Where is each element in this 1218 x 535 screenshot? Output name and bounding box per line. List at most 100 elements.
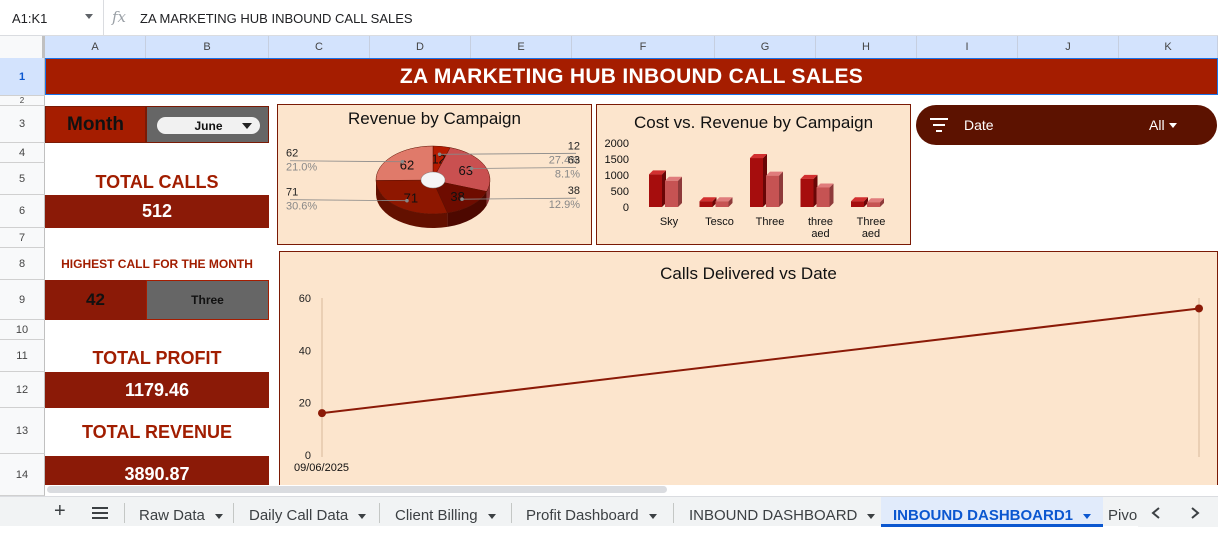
column-header-f[interactable]: F — [572, 36, 715, 58]
bar-category-label: Tesco — [705, 216, 734, 228]
filter-value: All — [1149, 117, 1165, 133]
total-profit-value[interactable]: 1179.46 — [45, 372, 269, 408]
calls-line-chart[interactable]: Calls Delivered vs Date 604020009/06/202… — [279, 251, 1218, 491]
row-header-2[interactable]: 2 — [0, 96, 45, 106]
column-header-j[interactable]: J — [1018, 36, 1119, 58]
row-header-9[interactable]: 9 — [0, 280, 45, 320]
highest-call-value[interactable]: 42 — [45, 280, 146, 320]
tab-separator — [124, 503, 125, 523]
column-header-e[interactable]: E — [471, 36, 572, 58]
total-revenue-label: TOTAL REVENUE — [45, 418, 269, 446]
tab-menu-icon[interactable] — [867, 514, 875, 519]
tab-inbound-dashboard1[interactable]: INBOUND DASHBOARD1 — [881, 497, 1103, 527]
row-header-13[interactable]: 13 — [0, 408, 45, 454]
bar — [649, 174, 662, 207]
all-sheets-icon[interactable] — [92, 507, 108, 519]
revenue-pie-chart[interactable]: Revenue by Campaign 12633871621227.4%638… — [277, 104, 592, 245]
bar — [766, 176, 779, 207]
column-header-d[interactable]: D — [370, 36, 471, 58]
chevron-left-icon[interactable] — [1151, 507, 1161, 519]
row-header-3[interactable]: 3 — [0, 106, 45, 143]
horizontal-scroll-track[interactable] — [45, 485, 1218, 494]
formula-input[interactable]: ZA MARKETING HUB INBOUND CALL SALES — [140, 11, 413, 26]
tab-pivot[interactable]: Pivo — [1108, 497, 1138, 527]
bar-y-tick-label: 0 — [623, 202, 629, 214]
line-y-tick-label: 40 — [299, 345, 311, 357]
pie-chart-canvas: 12633871621227.4%638.1%3812.9%7130.6%622… — [278, 105, 593, 246]
bar-y-tick-label: 2000 — [605, 138, 629, 150]
line-x-tick-label: 09/06/2025 — [294, 462, 349, 474]
bar-y-tick-label: 500 — [611, 186, 629, 198]
tab-menu-icon[interactable] — [215, 514, 223, 519]
chevron-right-icon[interactable] — [1190, 507, 1200, 519]
pie-callout-dot — [438, 153, 442, 157]
bar — [851, 201, 864, 207]
line-y-tick-label: 0 — [305, 450, 311, 462]
chevron-down-icon[interactable] — [85, 14, 93, 19]
add-sheet-icon[interactable]: + — [54, 500, 66, 523]
tab-profit-dashboard[interactable]: Profit Dashboard — [526, 497, 657, 527]
column-header-a[interactable]: A — [45, 36, 146, 58]
horizontal-scrollbar[interactable] — [47, 486, 667, 493]
tab-scroll-controls — [1138, 497, 1218, 527]
tab-menu-icon[interactable] — [358, 514, 366, 519]
bar — [867, 202, 880, 207]
name-box[interactable]: A1:K1 — [0, 0, 104, 36]
tab-client-billing[interactable]: Client Billing — [395, 497, 496, 527]
date-filter[interactable]: Date All — [916, 105, 1217, 145]
column-header-h[interactable]: H — [816, 36, 917, 58]
line-y-tick-label: 20 — [299, 398, 311, 410]
row-header-4[interactable]: 4 — [0, 143, 45, 163]
bar-category-label: Three — [756, 216, 785, 228]
cell-reference: A1:K1 — [12, 11, 47, 26]
tab-separator — [511, 503, 512, 523]
cost-revenue-bar-chart[interactable]: Cost vs. Revenue by Campaign 20001500100… — [596, 104, 911, 245]
month-dropdown[interactable]: June — [157, 117, 260, 134]
row-header-8[interactable]: 8 — [0, 248, 45, 280]
line-point — [1195, 304, 1203, 312]
row-header-1[interactable]: 1 — [0, 58, 45, 96]
fx-icon: fx — [112, 8, 126, 26]
line-point — [318, 409, 326, 417]
highest-call-campaign[interactable]: Three — [146, 280, 269, 320]
tab-inbound-dashboard[interactable]: INBOUND DASHBOARD — [689, 497, 875, 527]
row-header-12[interactable]: 12 — [0, 372, 45, 408]
filter-label: Date — [964, 117, 994, 133]
pie-callout-dot — [470, 167, 474, 171]
pie-callout-dot — [401, 160, 405, 164]
bar-side — [779, 172, 783, 207]
column-header-k[interactable]: K — [1119, 36, 1218, 58]
bar — [801, 179, 814, 207]
row-header-11[interactable]: 11 — [0, 340, 45, 372]
row-header-5[interactable]: 5 — [0, 163, 45, 195]
bar-category-label: Three — [857, 216, 886, 228]
pie-callout-value: 71 — [286, 187, 298, 199]
month-cell: June — [146, 106, 269, 143]
dashboard-title[interactable]: ZA MARKETING HUB INBOUND CALL SALES — [45, 58, 1218, 95]
row-header-14[interactable]: 14 — [0, 454, 45, 496]
tab-label: Pivo — [1108, 507, 1137, 524]
select-all-corner[interactable] — [0, 36, 45, 58]
tab-daily-call-data[interactable]: Daily Call Data — [249, 497, 366, 527]
row-header-6[interactable]: 6 — [0, 195, 45, 228]
pie-callout-value: 62 — [286, 148, 298, 160]
month-label: Month — [45, 106, 146, 143]
column-header-i[interactable]: I — [917, 36, 1018, 58]
tab-menu-icon[interactable] — [488, 514, 496, 519]
bar-y-tick-label: 1500 — [605, 154, 629, 166]
line-series — [322, 308, 1199, 413]
bar-category-label: three — [808, 216, 833, 228]
row-header-10[interactable]: 10 — [0, 320, 45, 340]
filter-icon — [930, 117, 948, 133]
total-calls-value[interactable]: 512 — [45, 195, 269, 228]
row-header-7[interactable]: 7 — [0, 228, 45, 248]
column-header-b[interactable]: B — [146, 36, 269, 58]
column-header-g[interactable]: G — [715, 36, 816, 58]
tab-menu-icon[interactable] — [1083, 514, 1091, 519]
tab-raw-data[interactable]: Raw Data — [139, 497, 223, 527]
pie-callout-percent: 12.9% — [549, 199, 580, 211]
column-header-c[interactable]: C — [269, 36, 370, 58]
highest-call-label: HIGHEST CALL FOR THE MONTH — [45, 252, 269, 276]
tab-menu-icon[interactable] — [649, 514, 657, 519]
pie-callout-percent: 30.6% — [286, 201, 317, 213]
